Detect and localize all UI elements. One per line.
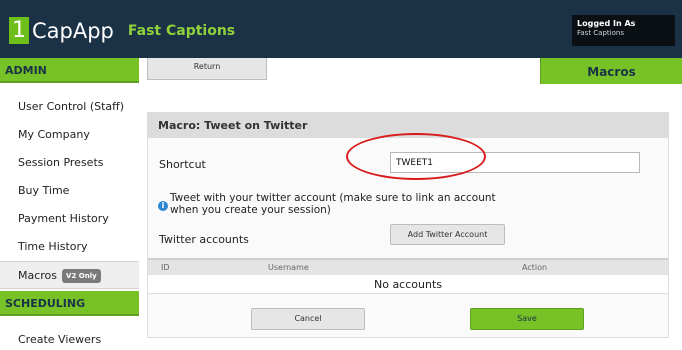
app-logo[interactable]: 1 CapApp Fast Captions — [9, 17, 235, 44]
shortcut-input[interactable] — [390, 152, 640, 173]
logo-number: 1 — [9, 17, 29, 44]
sidebar-heading-admin: ADMIN — [0, 58, 139, 83]
sidebar: ADMIN User Control (Staff) My Company Se… — [0, 58, 139, 350]
sidebar-item-create-viewers[interactable]: Create Viewers — [0, 326, 139, 350]
add-twitter-account-button[interactable]: Add Twitter Account — [390, 224, 505, 245]
macro-panel: Macro: Tweet on Twitter Shortcut i Tweet… — [147, 112, 669, 338]
column-header-username: Username — [268, 263, 309, 272]
cancel-button[interactable]: Cancel — [251, 308, 365, 330]
sidebar-item-time-history[interactable]: Time History — [0, 233, 139, 261]
table-empty-row: No accounts — [148, 275, 668, 294]
sidebar-item-buy-time[interactable]: Buy Time — [0, 177, 139, 205]
logo-name: CapApp — [32, 18, 114, 43]
sidebar-item-session-presets[interactable]: Session Presets — [0, 149, 139, 177]
column-header-action: Action — [522, 263, 548, 272]
tab-macros[interactable]: Macros — [540, 58, 682, 84]
twitter-accounts-label: Twitter accounts — [159, 233, 249, 246]
panel-title: Macro: Tweet on Twitter — [148, 113, 668, 138]
login-user: Fast Captions — [577, 29, 624, 37]
login-status: Logged In As Fast Captions — [572, 15, 675, 46]
app-header: 1 CapApp Fast Captions Logged In As Fast… — [0, 0, 682, 58]
sidebar-item-macros[interactable]: Macros V2 Only — [0, 261, 139, 289]
info-icon: i — [158, 201, 168, 211]
app-tagline: Fast Captions — [127, 22, 236, 39]
sidebar-item-label: Macros — [18, 269, 58, 282]
accounts-table-header: ID Username Action — [148, 258, 668, 275]
login-title: Logged In As — [577, 19, 636, 28]
save-button[interactable]: Save — [470, 308, 584, 330]
sidebar-heading-scheduling: SCHEDULING — [0, 291, 139, 316]
sidebar-item-user-control[interactable]: User Control (Staff) — [0, 93, 139, 121]
info-text: Tweet with your twitter account (make su… — [170, 192, 496, 216]
v2-only-badge: V2 Only — [62, 269, 101, 283]
shortcut-label: Shortcut — [159, 158, 206, 171]
sidebar-item-payment-history[interactable]: Payment History — [0, 205, 139, 233]
return-button[interactable]: Return — [147, 58, 267, 80]
column-header-id: ID — [161, 263, 170, 272]
sidebar-item-my-company[interactable]: My Company — [0, 121, 139, 149]
